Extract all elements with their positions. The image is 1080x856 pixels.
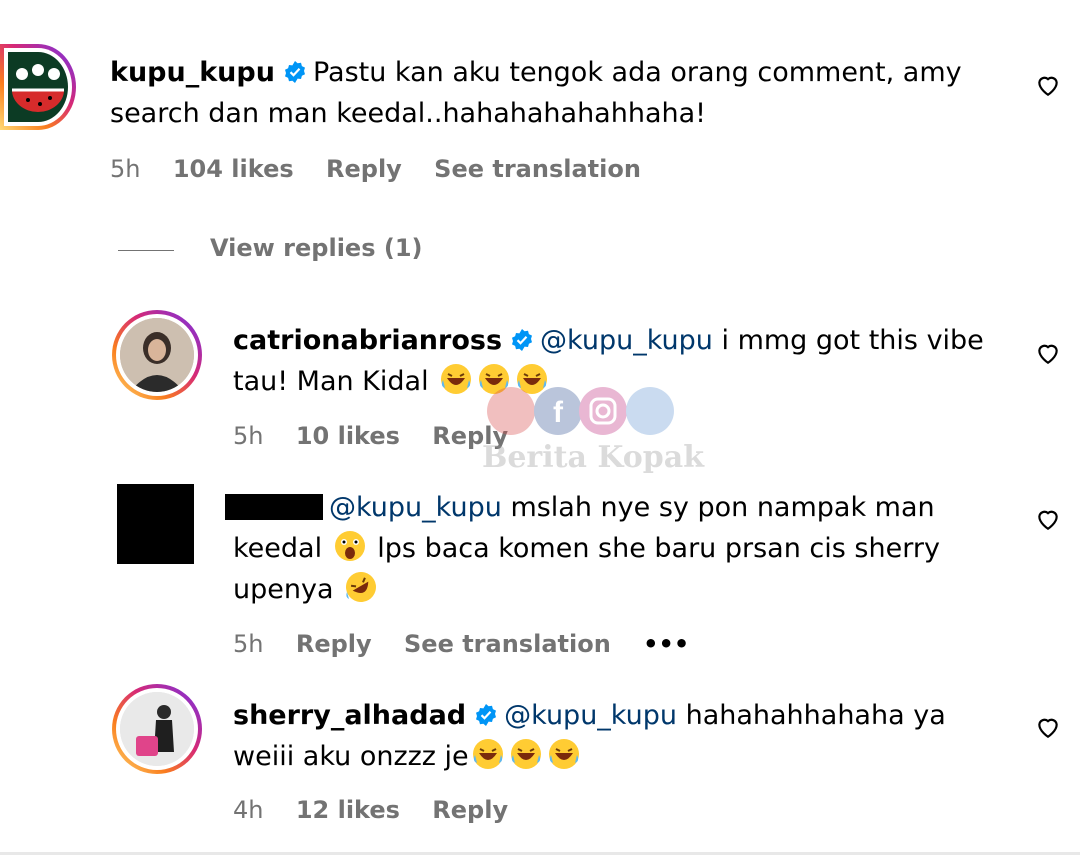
mention-link[interactable]: @kupu_kupu	[540, 325, 713, 356]
comment-time: 5h	[110, 155, 141, 183]
laughing-emoji-icon	[472, 739, 503, 769]
reply-button[interactable]: Reply	[296, 630, 372, 658]
bottom-divider	[0, 852, 1080, 855]
comment-text: weiii aku onzzz je	[233, 741, 469, 772]
comment-text: mslah nye sy pon nampak man	[510, 492, 935, 523]
heart-icon[interactable]	[1035, 506, 1061, 532]
likes-count[interactable]: 104 likes	[173, 155, 294, 183]
comment-text: hahahahhahaha ya	[685, 700, 946, 731]
heart-icon[interactable]	[1035, 72, 1061, 98]
avatar[interactable]	[117, 484, 194, 564]
comment-text: lps baca komen she baru prsan cis sherry	[377, 533, 940, 564]
laughing-emoji-icon	[441, 364, 472, 394]
watermark-logo: f Berita Kopak	[478, 384, 708, 484]
laughing-emoji-icon	[510, 739, 541, 769]
comment-time: 5h	[233, 422, 264, 450]
see-translation-button[interactable]: See translation	[434, 155, 641, 183]
comment-time: 5h	[233, 630, 264, 658]
comment-text: i mmg got this vibe	[721, 325, 984, 356]
person-avatar-icon	[120, 318, 194, 392]
mention-link[interactable]: @kupu_kupu	[329, 492, 502, 523]
comment-username[interactable]: sherry_alhadad	[233, 700, 466, 731]
comment-username[interactable]: kupu_kupu	[110, 57, 275, 88]
view-replies-button[interactable]: View replies (1)	[210, 234, 422, 262]
watermark-text: Berita Kopak	[481, 440, 704, 475]
verified-badge-icon	[512, 329, 533, 351]
avatar[interactable]	[112, 684, 202, 774]
see-translation-button[interactable]: See translation	[404, 630, 611, 658]
avatar[interactable]	[0, 44, 76, 130]
comment-text: keedal	[233, 533, 323, 564]
person-avatar-icon	[120, 692, 194, 766]
reply-button[interactable]: Reply	[326, 155, 402, 183]
likes-count[interactable]: 10 likes	[296, 422, 400, 450]
mention-link[interactable]: @kupu_kupu	[504, 700, 677, 731]
rolling-laughing-emoji-icon	[346, 572, 377, 602]
verified-badge-icon	[476, 704, 497, 726]
watermelon-avatar-icon	[12, 64, 64, 112]
comment-text: tau! Man Kidal	[233, 366, 429, 397]
svg-text:f: f	[553, 396, 564, 429]
avatar[interactable]	[112, 310, 202, 400]
verified-badge-icon	[284, 61, 305, 83]
heart-icon[interactable]	[1035, 714, 1061, 740]
heart-icon[interactable]	[1035, 340, 1061, 366]
view-replies-line	[118, 250, 174, 251]
comment-text: upenya	[233, 574, 334, 605]
reply-button[interactable]: Reply	[432, 796, 508, 824]
more-icon[interactable]: •••	[643, 630, 689, 658]
comment-username[interactable]: catrionabrianross	[233, 325, 502, 356]
astonished-emoji-icon	[334, 531, 365, 561]
likes-count[interactable]: 12 likes	[296, 796, 400, 824]
laughing-emoji-icon	[548, 739, 579, 769]
comment-time: 4h	[233, 796, 264, 824]
